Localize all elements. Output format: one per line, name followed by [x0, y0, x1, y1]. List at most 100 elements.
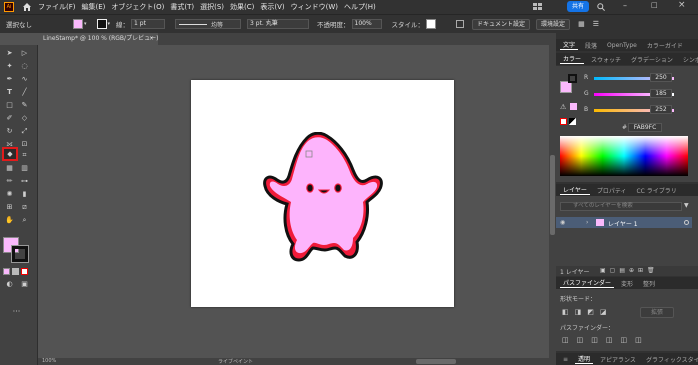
tab-pathfinder[interactable]: パスファインダー [560, 278, 615, 288]
menu-window[interactable]: ウィンドウ(W) [291, 2, 338, 12]
screen-mode-icon[interactable]: ▣ [20, 280, 29, 289]
stroke-color-box[interactable] [11, 245, 29, 263]
stroke-indicator[interactable] [568, 74, 577, 83]
tab-gradient[interactable]: グラデーション [628, 55, 676, 64]
selection-tool-icon[interactable]: ➤ [5, 49, 14, 58]
visibility-eye-icon[interactable]: ◉ [560, 219, 565, 226]
search-icon[interactable] [597, 3, 605, 11]
free-transform-icon[interactable]: ⊡ [20, 140, 29, 149]
expand-layer-icon[interactable]: › [586, 219, 588, 226]
layer-row[interactable]: ◉ › レイヤー 1 [556, 217, 692, 228]
tab-properties[interactable]: プロパティ [594, 186, 630, 195]
menu-type[interactable]: 書式(T) [170, 2, 194, 12]
close-tab-icon[interactable]: × [149, 33, 154, 45]
type-tool-icon[interactable]: T [5, 88, 14, 97]
layer-target-icon[interactable] [684, 220, 689, 225]
menu-file[interactable]: ファイル(F) [38, 2, 76, 12]
pen-tool-icon[interactable]: ✒ [5, 75, 14, 84]
zoom-level[interactable]: 100% [42, 358, 56, 364]
live-paint-bucket-icon[interactable]: ◆ [2, 147, 18, 161]
lasso-icon[interactable]: ◌ [20, 62, 29, 71]
expand-button[interactable]: 拡張 [640, 307, 674, 318]
tab-transparency[interactable]: 透明 [575, 354, 594, 364]
layer-action-icons[interactable]: ▣▢▤⊕⊞🗑 [600, 267, 659, 274]
home-icon[interactable] [22, 2, 32, 12]
maximize-button[interactable]: □ [651, 1, 658, 9]
workspace-grid-icon[interactable] [533, 3, 543, 11]
black-white-swatch[interactable] [569, 118, 576, 125]
stroke-swatch[interactable] [96, 19, 107, 29]
curvature-tool-icon[interactable]: ∿ [20, 75, 29, 84]
out-of-gamut-icon[interactable]: ⚠ [560, 103, 566, 111]
opacity-field[interactable]: 100% [351, 19, 382, 29]
eyedropper-icon[interactable]: ✏ [5, 177, 14, 186]
tab-character[interactable]: 文字 [560, 40, 579, 50]
artboard-tool-icon[interactable]: ⊞ [5, 203, 14, 212]
slice-tool-icon[interactable]: ⧄ [20, 203, 29, 212]
tab-symbols[interactable]: シンボル [680, 55, 698, 64]
menu-help[interactable]: ヘルプ(H) [344, 2, 376, 12]
graphic-style-swatch[interactable] [426, 19, 437, 29]
layer-name[interactable]: レイヤー 1 [608, 219, 638, 228]
b-value-field[interactable]: 252 [650, 105, 672, 114]
document-setup-button[interactable]: ドキュメント設定 [472, 18, 531, 30]
magic-wand-icon[interactable]: ✦ [5, 62, 14, 71]
stroke-dropdown-icon[interactable]: ▾ [108, 21, 111, 27]
panel-menu-icon[interactable]: ☰ [593, 20, 599, 28]
document-tab[interactable]: LineStamp* @ 100 % (RGB/プレビュー) × [38, 33, 158, 45]
minimize-button[interactable]: – [623, 1, 627, 10]
brush-definition-field[interactable]: 3 pt. 丸筆 [247, 19, 310, 29]
tab-stroke-icon[interactable]: ≡ [560, 356, 571, 363]
close-window-button[interactable]: × [678, 0, 686, 10]
preferences-button[interactable]: 環境設定 [536, 18, 571, 30]
perspective-grid-icon[interactable]: ⌗ [20, 151, 29, 160]
arrange-icon[interactable]: ▦ [578, 20, 585, 28]
zoom-tool-icon[interactable]: ⌕ [20, 216, 29, 225]
variable-width-profile[interactable]: 均等 [175, 19, 242, 29]
paintbrush-icon[interactable]: ✎ [20, 101, 29, 110]
filter-icon[interactable]: ▼ [684, 202, 689, 209]
gamut-swatch[interactable] [570, 103, 577, 110]
none-mode-icon[interactable] [21, 268, 28, 275]
tab-cc-libraries[interactable]: CC ライブラリ [633, 186, 679, 195]
direct-selection-tool-icon[interactable]: ▷ [20, 49, 29, 58]
vertical-scrollbar[interactable] [549, 45, 556, 358]
draw-mode-icon[interactable]: ◐ [5, 280, 14, 289]
layers-search-field[interactable]: すべてのレイヤーを検索 [560, 202, 682, 211]
tab-graphic-styles[interactable]: グラフィックスタイル [643, 355, 698, 364]
menu-select[interactable]: 選択(S) [200, 2, 224, 12]
fill-swatch[interactable] [73, 19, 83, 29]
tab-transform[interactable]: 変形 [618, 279, 636, 288]
r-value-field[interactable]: 250 [650, 73, 672, 82]
color-spectrum[interactable] [560, 136, 688, 176]
pink-character[interactable] [261, 132, 387, 268]
tab-opentype[interactable]: OpenType [604, 42, 640, 49]
tab-layers[interactable]: レイヤー [560, 185, 590, 195]
tab-color[interactable]: カラー [560, 54, 585, 64]
menu-object[interactable]: オブジェクト(O) [111, 2, 164, 12]
rectangle-tool-icon[interactable]: □ [5, 101, 14, 110]
shape-mode-icons[interactable]: ◧◨◩◪ [562, 308, 612, 316]
tab-color-guide[interactable]: カラーガイド [644, 41, 686, 50]
color-mode-icon[interactable] [3, 268, 10, 275]
share-button[interactable]: 共有 [567, 1, 589, 12]
mesh-tool-icon[interactable]: ▦ [5, 164, 14, 173]
recolor-icon[interactable] [456, 20, 465, 28]
blend-tool-icon[interactable]: ⊶ [20, 177, 29, 186]
gradient-tool-icon[interactable]: ▥ [20, 164, 29, 173]
tab-align[interactable]: 整列 [640, 279, 658, 288]
tab-swatches[interactable]: スウォッチ [588, 55, 624, 64]
gradient-mode-icon[interactable] [12, 268, 19, 275]
tab-paragraph[interactable]: 段落 [582, 41, 600, 50]
pathfinder-icons[interactable]: ◫◫◫◫◫◫ [562, 336, 650, 344]
symbol-sprayer-icon[interactable]: ✺ [5, 190, 14, 199]
menu-effect[interactable]: 効果(C) [230, 2, 254, 12]
hex-field[interactable]: FAB9FC [628, 123, 662, 132]
fill-dropdown-icon[interactable]: ▾ [84, 21, 87, 27]
edit-toolbar-icon[interactable]: ··· [12, 307, 21, 316]
artboard[interactable] [191, 80, 454, 307]
menu-view[interactable]: 表示(V) [260, 2, 284, 12]
none-color-swatch[interactable] [560, 118, 567, 125]
stroke-weight-field[interactable]: 1 pt [131, 19, 166, 29]
menu-edit[interactable]: 編集(E) [82, 2, 106, 12]
